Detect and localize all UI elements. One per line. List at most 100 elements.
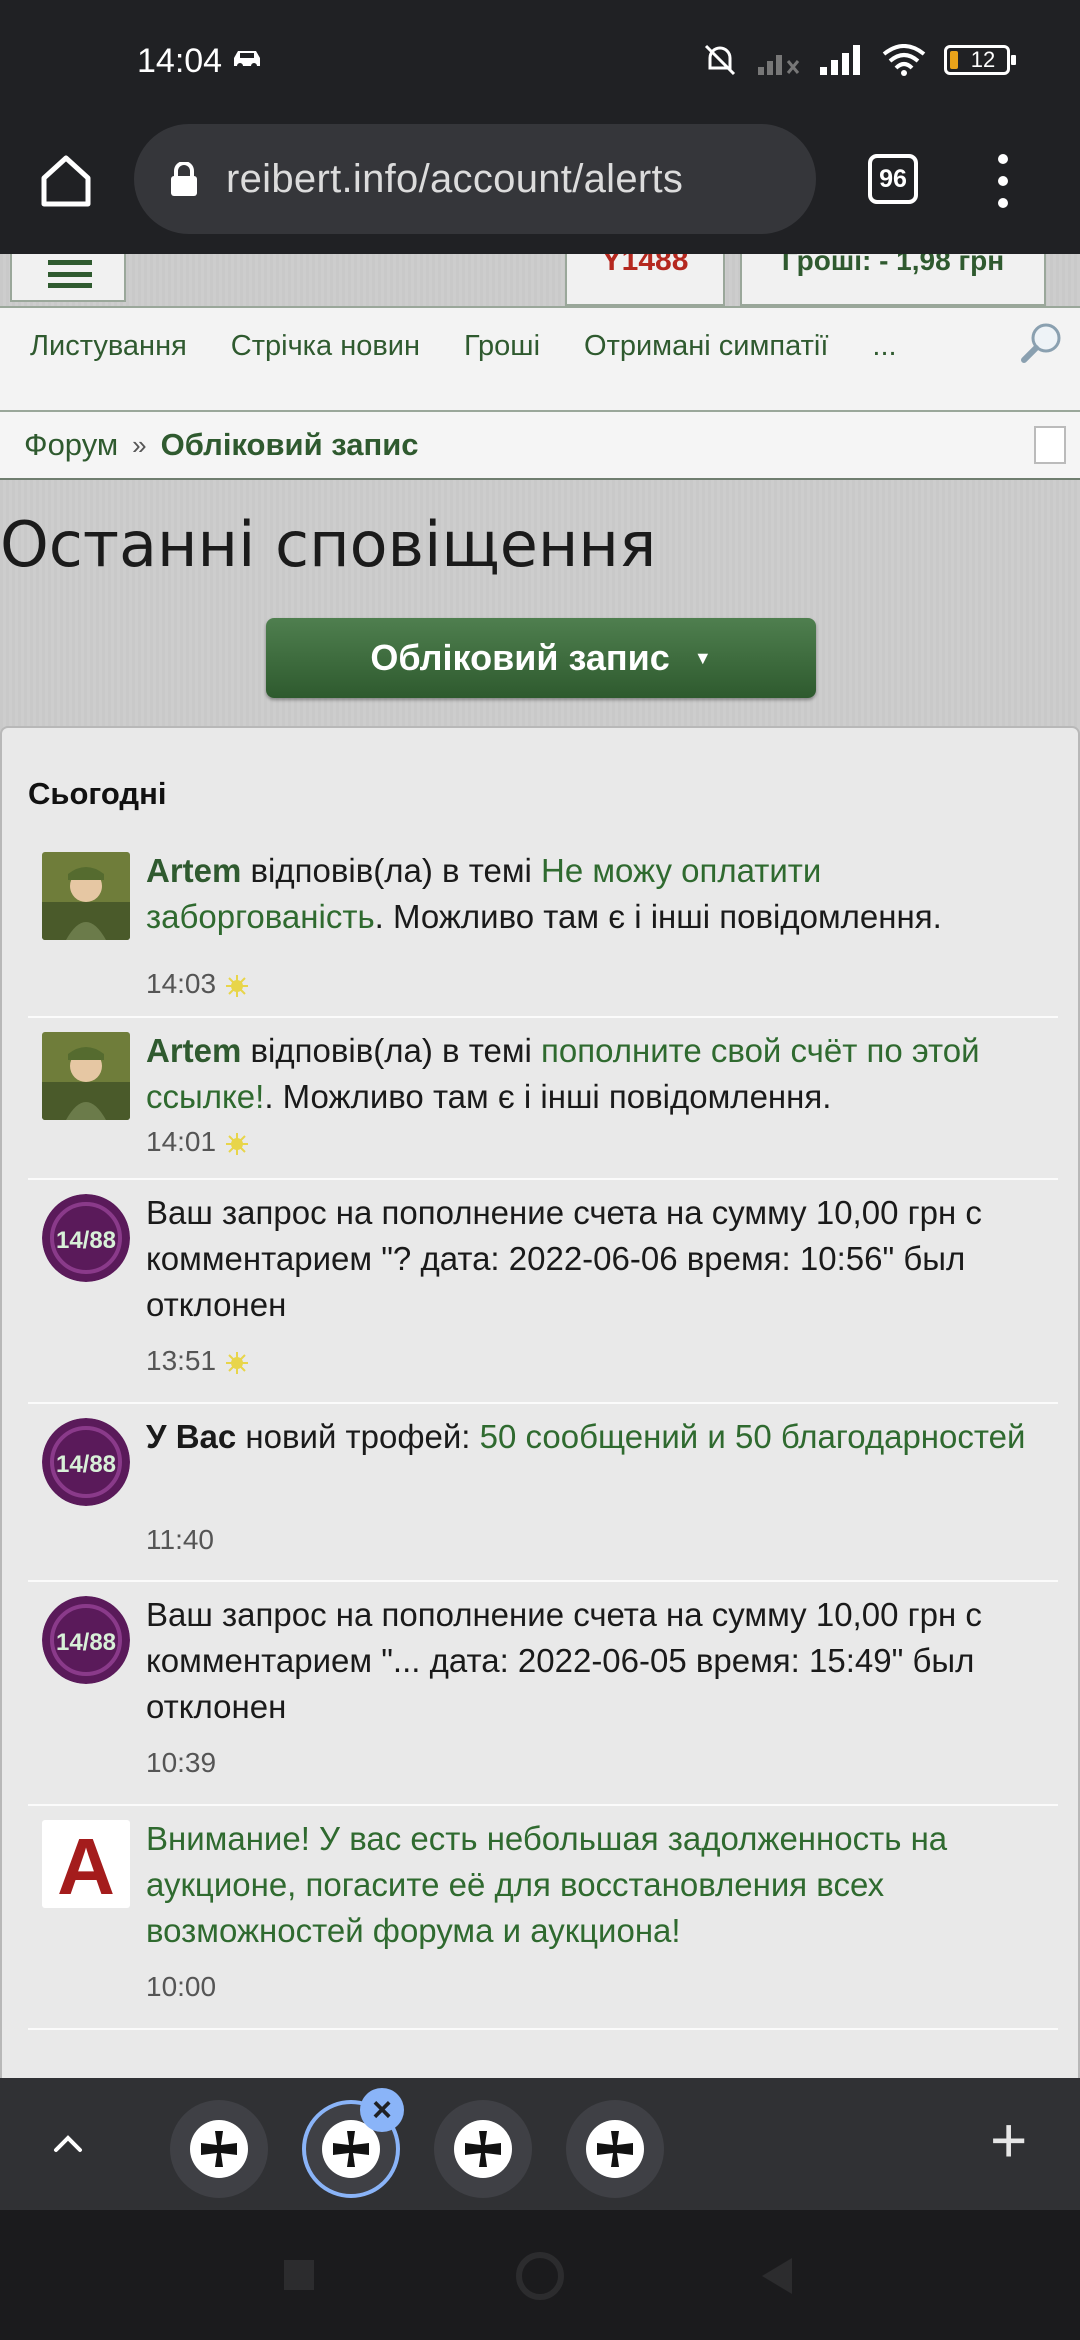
menu-toggle[interactable] bbox=[10, 254, 126, 302]
nav-item-money[interactable]: Гроші bbox=[464, 330, 540, 363]
dnd-off-icon bbox=[704, 44, 736, 76]
alert-user: У Вас bbox=[146, 1418, 237, 1455]
home-icon[interactable] bbox=[36, 150, 96, 210]
breadcrumb-current[interactable]: Обліковий запис bbox=[161, 427, 419, 463]
web-page: Y1488 Гроші: - 1,98 грн Листування Стріч… bbox=[0, 254, 1080, 2078]
badge-text: 14/88 bbox=[56, 1227, 116, 1254]
alert-user-link[interactable]: Artem bbox=[146, 852, 241, 889]
new-star-icon bbox=[226, 1351, 249, 1374]
car-icon bbox=[234, 51, 260, 69]
system-navigation-bar bbox=[0, 2210, 1080, 2340]
chevron-down-icon: ▼ bbox=[693, 647, 712, 668]
home-button[interactable] bbox=[516, 2252, 564, 2300]
money-tab[interactable]: Гроші: - 1,98 грн bbox=[740, 254, 1046, 306]
nav-item-messages[interactable]: Листування bbox=[30, 330, 187, 363]
user-strip: Y1488 Гроші: - 1,98 грн bbox=[0, 254, 1080, 306]
breadcrumb-separator: » bbox=[132, 429, 147, 460]
alert-text-part: . Можливо там є і інші повідомлення. bbox=[374, 898, 942, 935]
iron-cross-icon bbox=[333, 2131, 369, 2167]
badge-text: 14/88 bbox=[56, 1629, 116, 1656]
alert-timestamp: 14:01 bbox=[146, 1126, 217, 1157]
alert-text-part: відповів(ла) в темі bbox=[241, 852, 542, 889]
alert-timestamp: 11:40 bbox=[146, 1524, 214, 1555]
hamburger-icon bbox=[48, 260, 92, 288]
avatar[interactable]: 14/88 bbox=[42, 1418, 130, 1506]
chevron-up-icon[interactable] bbox=[40, 2116, 96, 2172]
tab-count: 96 bbox=[879, 164, 907, 193]
avatar[interactable] bbox=[42, 1032, 130, 1120]
document-icon[interactable] bbox=[1034, 426, 1066, 464]
alert-time: 10:00 bbox=[146, 1971, 216, 2003]
new-star-icon bbox=[226, 974, 249, 997]
wifi-icon bbox=[882, 44, 926, 76]
back-button[interactable] bbox=[762, 2258, 792, 2294]
alert-item: 14/88 Ваш запрос на пополнение счета на … bbox=[28, 1582, 1058, 1806]
tab-thumbnail[interactable] bbox=[170, 2100, 268, 2198]
alert-timestamp: 10:00 bbox=[146, 1971, 217, 2002]
lock-icon bbox=[171, 162, 197, 196]
alert-item: A Внимание! У вас есть небольшая задолже… bbox=[28, 1806, 1058, 2030]
alert-item: 14/88 Ваш запрос на пополнение счета на … bbox=[28, 1180, 1058, 1404]
nav-item-news-feed[interactable]: Стрічка новин bbox=[231, 330, 420, 363]
tab-group-strip: × + bbox=[0, 2078, 1080, 2210]
alert-text: Artem відповів(ла) в темі пополните свой… bbox=[146, 1028, 1046, 1120]
alert-text: Ваш запрос на пополнение счета на сумму … bbox=[146, 1596, 982, 1725]
address-bar[interactable]: reibert.info/account/alerts bbox=[134, 124, 816, 234]
alert-user-link[interactable]: Artem bbox=[146, 1032, 241, 1069]
new-star-icon bbox=[226, 1132, 249, 1155]
iron-cross-icon bbox=[201, 2131, 237, 2167]
nav-item-more[interactable]: ... bbox=[872, 330, 896, 363]
alert-time: 14:03 bbox=[146, 968, 249, 1000]
account-button-label: Обліковий запис bbox=[370, 637, 670, 678]
alert-text: У Вас новий трофей: 50 сообщений и 50 бл… bbox=[146, 1414, 1046, 1460]
url-text[interactable]: reibert.info/account/alerts bbox=[226, 157, 683, 202]
tab-thumbnail[interactable] bbox=[566, 2100, 664, 2198]
alert-text: Внимание! У вас есть небольшая задолженн… bbox=[146, 1816, 1046, 1954]
tab-switcher-button[interactable]: 96 bbox=[868, 154, 918, 204]
avatar[interactable] bbox=[42, 852, 130, 940]
alert-timestamp: 10:39 bbox=[146, 1747, 217, 1778]
auction-letter: A bbox=[57, 1822, 115, 1908]
signal-x-icon bbox=[758, 55, 800, 75]
iron-cross-icon bbox=[465, 2131, 501, 2167]
status-icons: 12 bbox=[700, 40, 1016, 80]
badge-text: 14/88 bbox=[56, 1451, 116, 1478]
status-time: 14:04 bbox=[137, 42, 223, 80]
alert-item: Artem відповів(ла) в темі Не можу оплати… bbox=[28, 838, 1058, 1018]
avatar[interactable]: 14/88 bbox=[42, 1194, 130, 1282]
alert-time: 13:51 bbox=[146, 1345, 249, 1377]
breadcrumb: Форум » Обліковий запис bbox=[0, 410, 1080, 480]
battery-icon: 12 bbox=[944, 45, 1016, 75]
alert-auction-link[interactable]: Внимание! У вас есть небольшая задолженн… bbox=[146, 1820, 947, 1949]
tab-thumbnail[interactable] bbox=[434, 2100, 532, 2198]
nav-item-likes[interactable]: Отримані симпатії bbox=[584, 330, 828, 363]
avatar[interactable]: 14/88 bbox=[42, 1596, 130, 1684]
account-dropdown-button[interactable]: Обліковий запис ▼ bbox=[266, 618, 816, 698]
alert-text: Artem відповів(ла) в темі Не можу оплати… bbox=[146, 848, 1046, 940]
section-today: Сьогодні bbox=[28, 776, 167, 811]
alert-timestamp: 14:03 bbox=[146, 968, 217, 999]
battery-level: 12 bbox=[970, 47, 996, 72]
alert-item: 14/88 У Вас новий трофей: 50 сообщений и… bbox=[28, 1404, 1058, 1582]
alert-trophy-link[interactable]: 50 сообщений и 50 благодарностей bbox=[480, 1418, 1026, 1455]
browser-menu-button[interactable] bbox=[990, 154, 1016, 208]
alert-timestamp: 13:51 bbox=[146, 1345, 217, 1376]
username-tab[interactable]: Y1488 bbox=[565, 254, 725, 306]
page-title: Останні сповіщення bbox=[0, 508, 657, 581]
status-bar: 14:04 12 bbox=[0, 0, 1080, 124]
iron-cross-icon bbox=[597, 2131, 633, 2167]
new-tab-icon[interactable]: + bbox=[990, 2108, 1038, 2172]
alert-text-part: новий трофей: bbox=[236, 1418, 480, 1455]
browser-toolbar: reibert.info/account/alerts 96 bbox=[0, 124, 1080, 254]
recents-button[interactable] bbox=[284, 2260, 314, 2290]
alert-item: Artem відповів(ла) в темі пополните свой… bbox=[28, 1018, 1058, 1180]
breadcrumb-forum[interactable]: Форум bbox=[24, 427, 118, 463]
alert-time: 11:40 bbox=[146, 1524, 214, 1556]
alert-time: 10:39 bbox=[146, 1747, 216, 1779]
avatar[interactable]: A bbox=[42, 1820, 130, 1908]
search-icon[interactable] bbox=[1018, 318, 1066, 366]
alert-text: Ваш запрос на пополнение счета на сумму … bbox=[146, 1194, 982, 1323]
alert-text-part: . Можливо там є і інші повідомлення. bbox=[264, 1078, 832, 1115]
alert-time: 14:01 bbox=[146, 1126, 249, 1158]
close-tab-icon[interactable]: × bbox=[360, 2088, 404, 2132]
